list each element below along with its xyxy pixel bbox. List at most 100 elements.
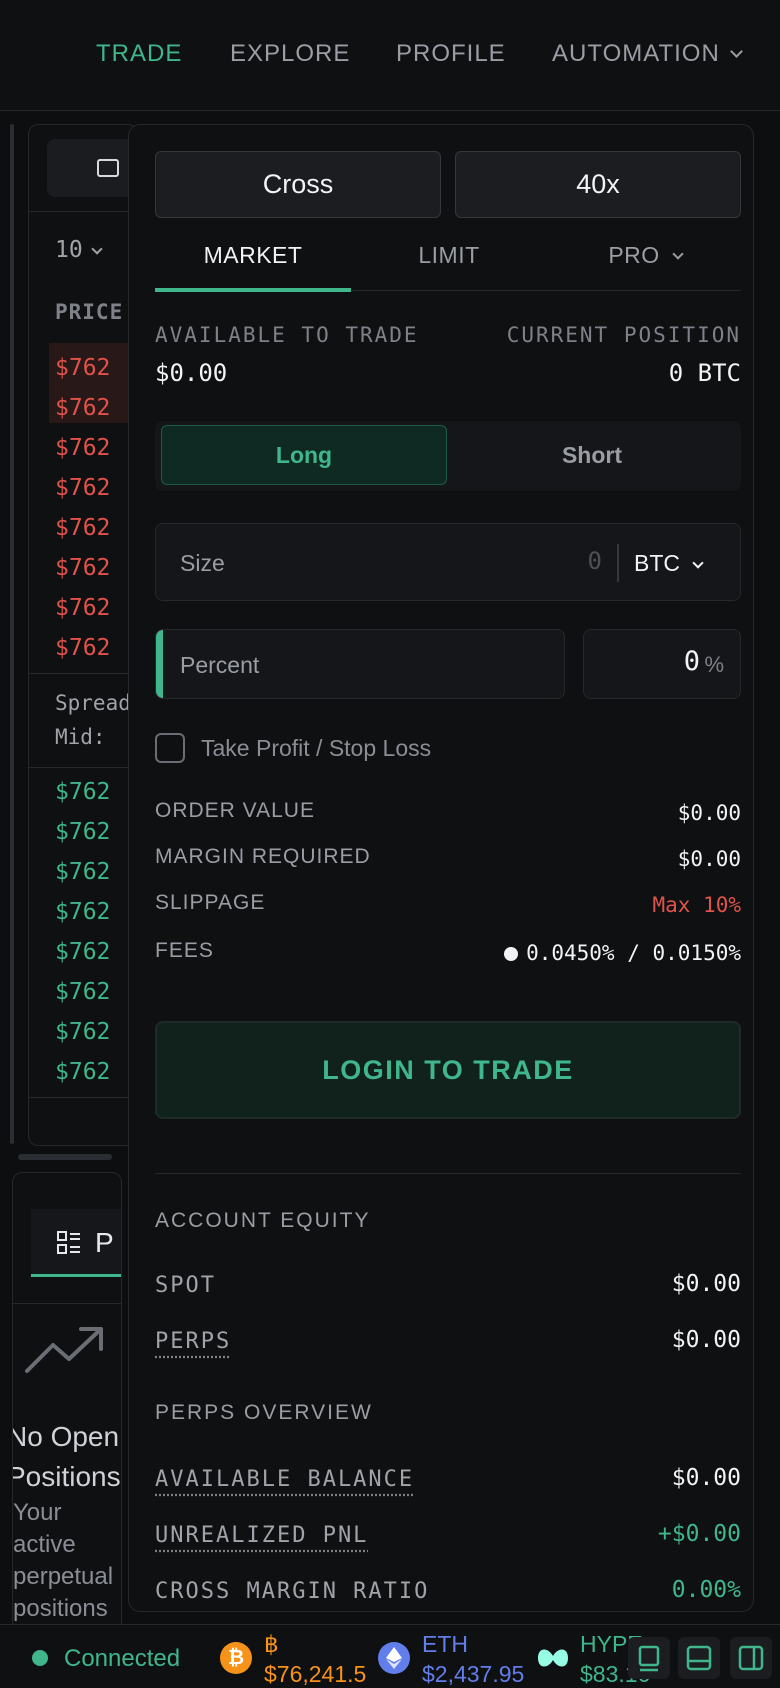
available-balance-label[interactable]: AVAILABLE BALANCE [155,1467,414,1492]
order-value: $0.00 [677,801,741,825]
size-unit: BTC [634,550,680,576]
status-bar: Connected ₿ ฿ $76,241.5 ETH $2,437.95 HY… [0,1624,780,1688]
margin-required-value: $0.00 [677,847,741,871]
nav-trade[interactable]: TRADE [96,40,182,68]
positions-panel: P No Open Positions Your active perpetua… [12,1172,122,1632]
login-to-trade-button[interactable]: LOGIN TO TRADE [155,1021,741,1119]
leverage-button[interactable]: 40x [455,151,741,218]
short-button[interactable]: Short [449,425,735,485]
slippage-value[interactable]: Max 10% [652,893,741,917]
spot-label: SPOT [155,1273,216,1298]
cross-margin-ratio-label: CROSS MARGIN RATIO [155,1579,430,1604]
panel-right-icon [738,1645,764,1671]
current-position-value: 0 BTC [668,359,741,387]
ask-row[interactable]: $762 [55,595,110,621]
nav-automation[interactable]: AUTOMATION [552,40,743,68]
ask-row[interactable]: $762 [55,395,110,421]
ask-row[interactable]: $762 [55,475,110,501]
mid-label: Mid: [55,725,106,749]
divider [29,673,137,674]
tpsl-checkbox[interactable] [155,733,185,763]
chevron-down-icon [729,45,743,58]
spread-label: Spread [55,691,131,715]
unrealized-pnl-label[interactable]: UNREALIZED PNL [155,1523,368,1548]
chevron-down-icon [672,248,684,260]
available-to-trade-value: $0.00 [155,359,228,387]
bid-row[interactable]: $762 [55,1059,110,1085]
nav-profile[interactable]: PROFILE [396,40,506,68]
perps-value: $0.00 [671,1327,741,1353]
depth-select[interactable]: 10 [55,237,103,263]
layout-split-button[interactable] [678,1637,720,1679]
perps-overview-title: PERPS OVERVIEW [155,1401,373,1424]
depth-value: 10 [55,237,83,263]
size-unit-select[interactable]: BTC [634,550,704,577]
divider [155,1173,741,1174]
bitcoin-icon: ₿ [220,1642,252,1674]
ticker-price[interactable]: $2,437.95 [422,1661,524,1688]
ask-row[interactable]: $762 [55,635,110,661]
bid-row[interactable]: $762 [55,859,110,885]
ticker-symbol[interactable]: ETH [422,1631,468,1658]
horizontal-scrollbar[interactable] [18,1154,112,1160]
bid-row[interactable]: $762 [55,979,110,1005]
tpsl-label[interactable]: Take Profit / Stop Loss [201,735,431,762]
hype-icon [538,1649,568,1667]
layout-sidebar-button[interactable] [730,1637,772,1679]
connection-status-icon [32,1650,48,1666]
perps-label[interactable]: PERPS [155,1329,231,1354]
empty-subtitle: active [13,1531,76,1558]
ask-row[interactable]: $762 [55,435,110,461]
ask-row[interactable]: $762 [55,355,110,381]
left-scrollbar[interactable] [10,124,14,1144]
fees-value: 0.0450% / 0.0150% [504,941,741,965]
price-column-header: PRICE [55,300,124,324]
size-input[interactable]: Size 0 BTC [155,523,741,601]
account-equity-title: ACCOUNT EQUITY [155,1209,371,1232]
tab-market[interactable]: MARKET [155,242,351,269]
bid-row[interactable]: $762 [55,779,110,805]
tab-label: P [95,1227,114,1258]
ask-row[interactable]: $762 [55,515,110,541]
cross-margin-ratio-value: 0.00% [671,1577,741,1603]
long-button[interactable]: Long [161,425,447,485]
percent-unit: % [704,652,724,677]
slider-fill [156,630,163,698]
available-balance-value: $0.00 [671,1465,741,1491]
top-nav: TRADE EXPLORE PROFILE AUTOMATION [0,0,780,111]
percent-slider[interactable]: Percent [155,629,565,699]
chevron-down-icon [91,243,103,255]
orderbook-tab[interactable] [47,139,137,197]
percent-value: 0 [683,646,700,677]
empty-subtitle: perpetual [13,1563,114,1590]
divider [29,211,137,212]
bid-row[interactable]: $762 [55,819,110,845]
divider [617,544,619,582]
empty-subtitle: Your [13,1499,62,1526]
fees-label: FEES [155,939,214,962]
percent-input[interactable]: 0 % [583,629,741,699]
bid-row[interactable]: $762 [55,899,110,925]
tab-positions[interactable]: P [31,1209,121,1277]
nav-explore[interactable]: EXPLORE [230,40,350,68]
slippage-label: SLIPPAGE [155,891,266,914]
ticker-symbol[interactable]: ฿ [264,1631,279,1658]
size-placeholder: 0 [587,547,602,575]
chevron-down-icon [692,557,704,569]
tab-pro[interactable]: PRO [547,242,743,269]
ticker-price[interactable]: $76,241.5 [264,1661,366,1688]
book-icon [97,159,119,177]
divider [29,767,137,768]
trending-up-icon [25,1327,103,1373]
size-label: Size [180,550,225,576]
ask-row[interactable]: $762 [55,555,110,581]
bid-row[interactable]: $762 [55,939,110,965]
divider [29,1097,137,1098]
tab-limit[interactable]: LIMIT [351,242,547,269]
bid-row[interactable]: $762 [55,1019,110,1045]
order-value-label: ORDER VALUE [155,799,315,822]
nav-automation-label: AUTOMATION [552,40,720,67]
margin-mode-button[interactable]: Cross [155,151,441,218]
layout-compact-button[interactable] [628,1637,670,1679]
spot-value: $0.00 [671,1271,741,1297]
